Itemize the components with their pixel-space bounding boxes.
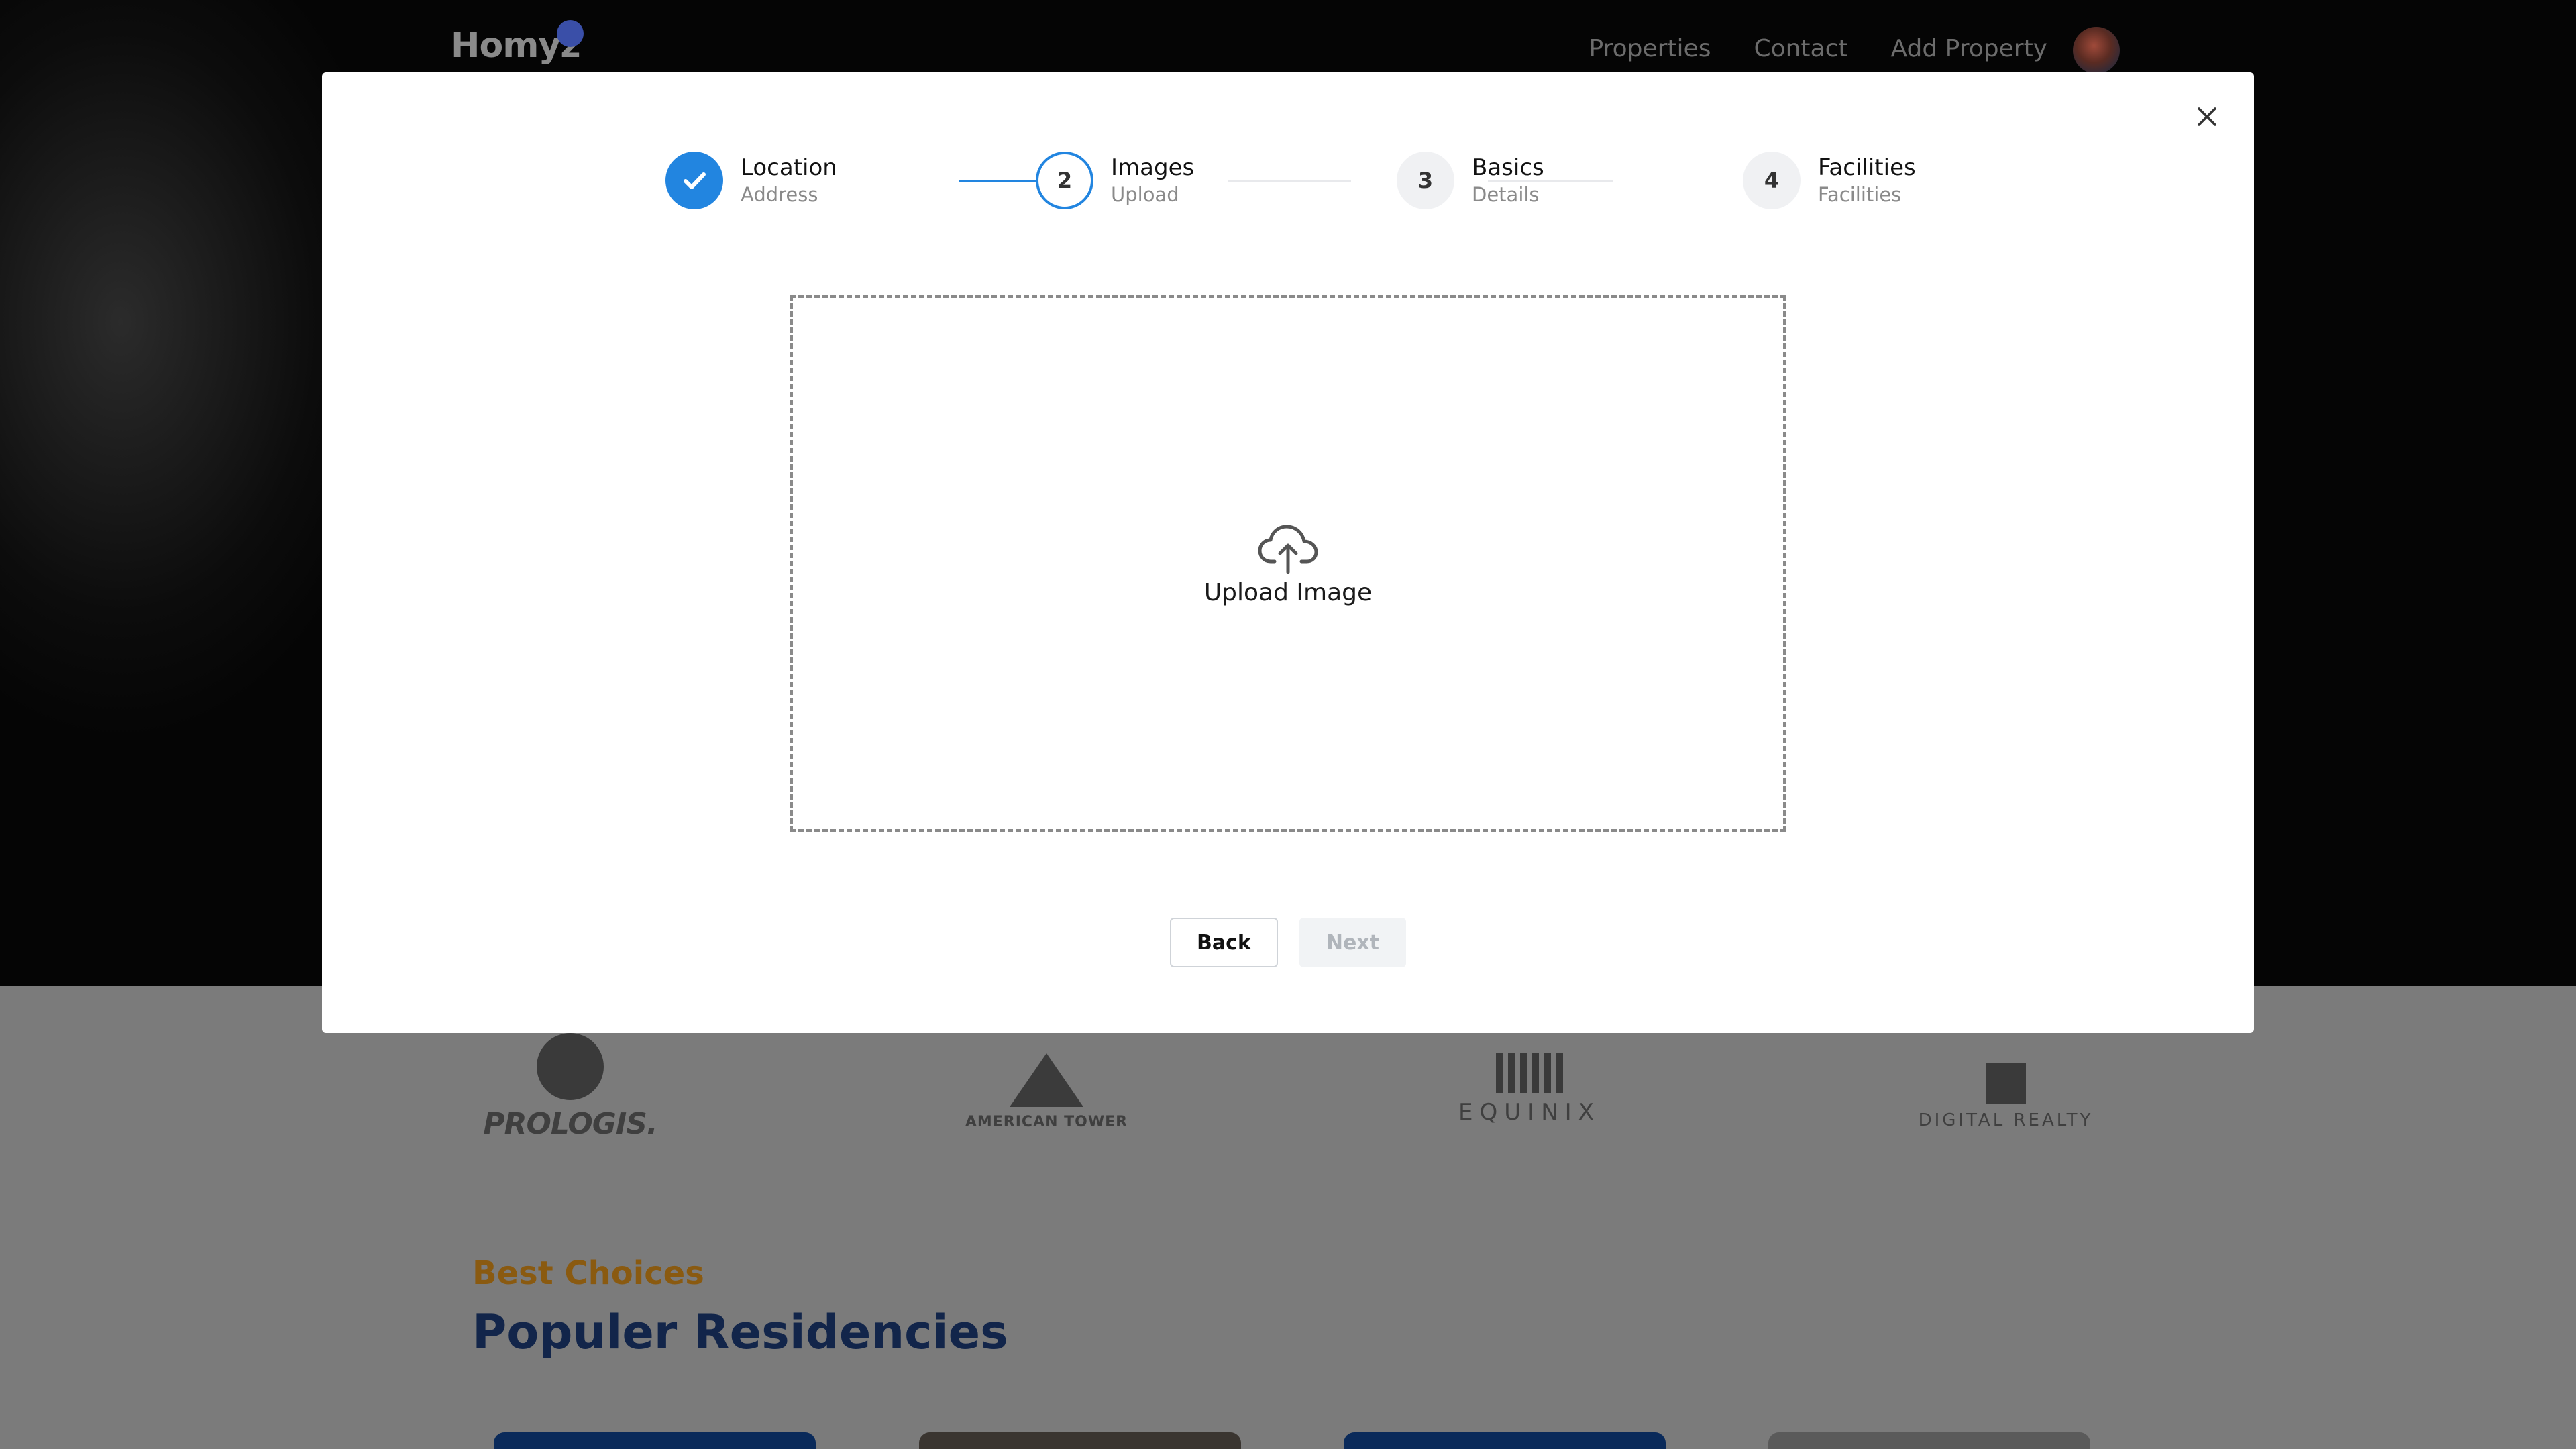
step-number: 2 (1036, 152, 1093, 209)
step-images[interactable]: 2 Images Upload (1036, 152, 1194, 209)
residencies-kicker: Best Choices (472, 1254, 704, 1292)
digital-realty-icon (1986, 1063, 2026, 1104)
company-name: DIGITAL REALTY (1918, 1110, 2094, 1130)
step-label: Location (741, 154, 837, 181)
step-description: Facilities (1818, 183, 1902, 206)
logo-dot (557, 20, 584, 47)
residencies-title: Populer Residencies (472, 1305, 1008, 1360)
avatar[interactable] (2073, 27, 2120, 74)
next-button[interactable]: Next (1299, 918, 1406, 967)
step-label: Basics (1472, 154, 1544, 181)
equinix-bars-icon (1496, 1053, 1563, 1093)
tower-icon (1010, 1053, 1083, 1107)
step-basics[interactable]: 3 Basics Details (1397, 152, 1544, 209)
nav-link-contact[interactable]: Contact (1754, 35, 1847, 62)
company-logo-digital-realty: DIGITAL REALTY (1905, 1063, 2106, 1130)
modal-actions: Back Next (322, 918, 2254, 967)
step-description: Details (1472, 183, 1540, 206)
back-button[interactable]: Back (1169, 918, 1278, 967)
company-logo-equinix: EQUINIX (1442, 1053, 1617, 1126)
step-label: Images (1111, 154, 1195, 181)
add-property-modal: Location Address 2 Images Upload 3 Basic… (322, 72, 2254, 1033)
image-dropzone[interactable]: Upload Image (790, 295, 1786, 832)
company-name: PROLOGIS. (483, 1107, 657, 1141)
upload-label: Upload Image (1203, 578, 1373, 606)
step-location[interactable]: Location Address (665, 152, 837, 209)
lower-section (0, 986, 2576, 1449)
residency-card[interactable] (494, 1432, 816, 1449)
nav-links: Properties Contact Add Property (1589, 35, 2047, 62)
company-logo-american-tower: AMERICAN TOWER (939, 1053, 1154, 1130)
step-description: Address (741, 183, 818, 206)
residency-card[interactable] (1768, 1432, 2090, 1449)
company-name: EQUINIX (1458, 1099, 1601, 1126)
step-number: 4 (1743, 152, 1801, 209)
residency-card[interactable] (919, 1432, 1241, 1449)
stepper: Location Address 2 Images Upload 3 Basic… (665, 152, 1960, 212)
check-icon (665, 152, 723, 209)
step-facilities[interactable]: 4 Facilities Facilities (1743, 152, 1916, 209)
nav-link-add-property[interactable]: Add Property (1891, 35, 2047, 62)
close-icon[interactable] (2190, 99, 2224, 134)
step-description: Upload (1111, 183, 1179, 206)
cloud-upload-icon (1258, 525, 1318, 574)
step-number: 3 (1397, 152, 1454, 209)
globe-icon (537, 1033, 604, 1100)
nav-link-properties[interactable]: Properties (1589, 35, 1711, 62)
stepper-connector (1228, 180, 1351, 182)
residency-card[interactable] (1344, 1432, 1666, 1449)
company-name: AMERICAN TOWER (965, 1114, 1128, 1130)
company-logo-prologis: PROLOGIS. (470, 1033, 671, 1141)
step-label: Facilities (1818, 154, 1916, 181)
